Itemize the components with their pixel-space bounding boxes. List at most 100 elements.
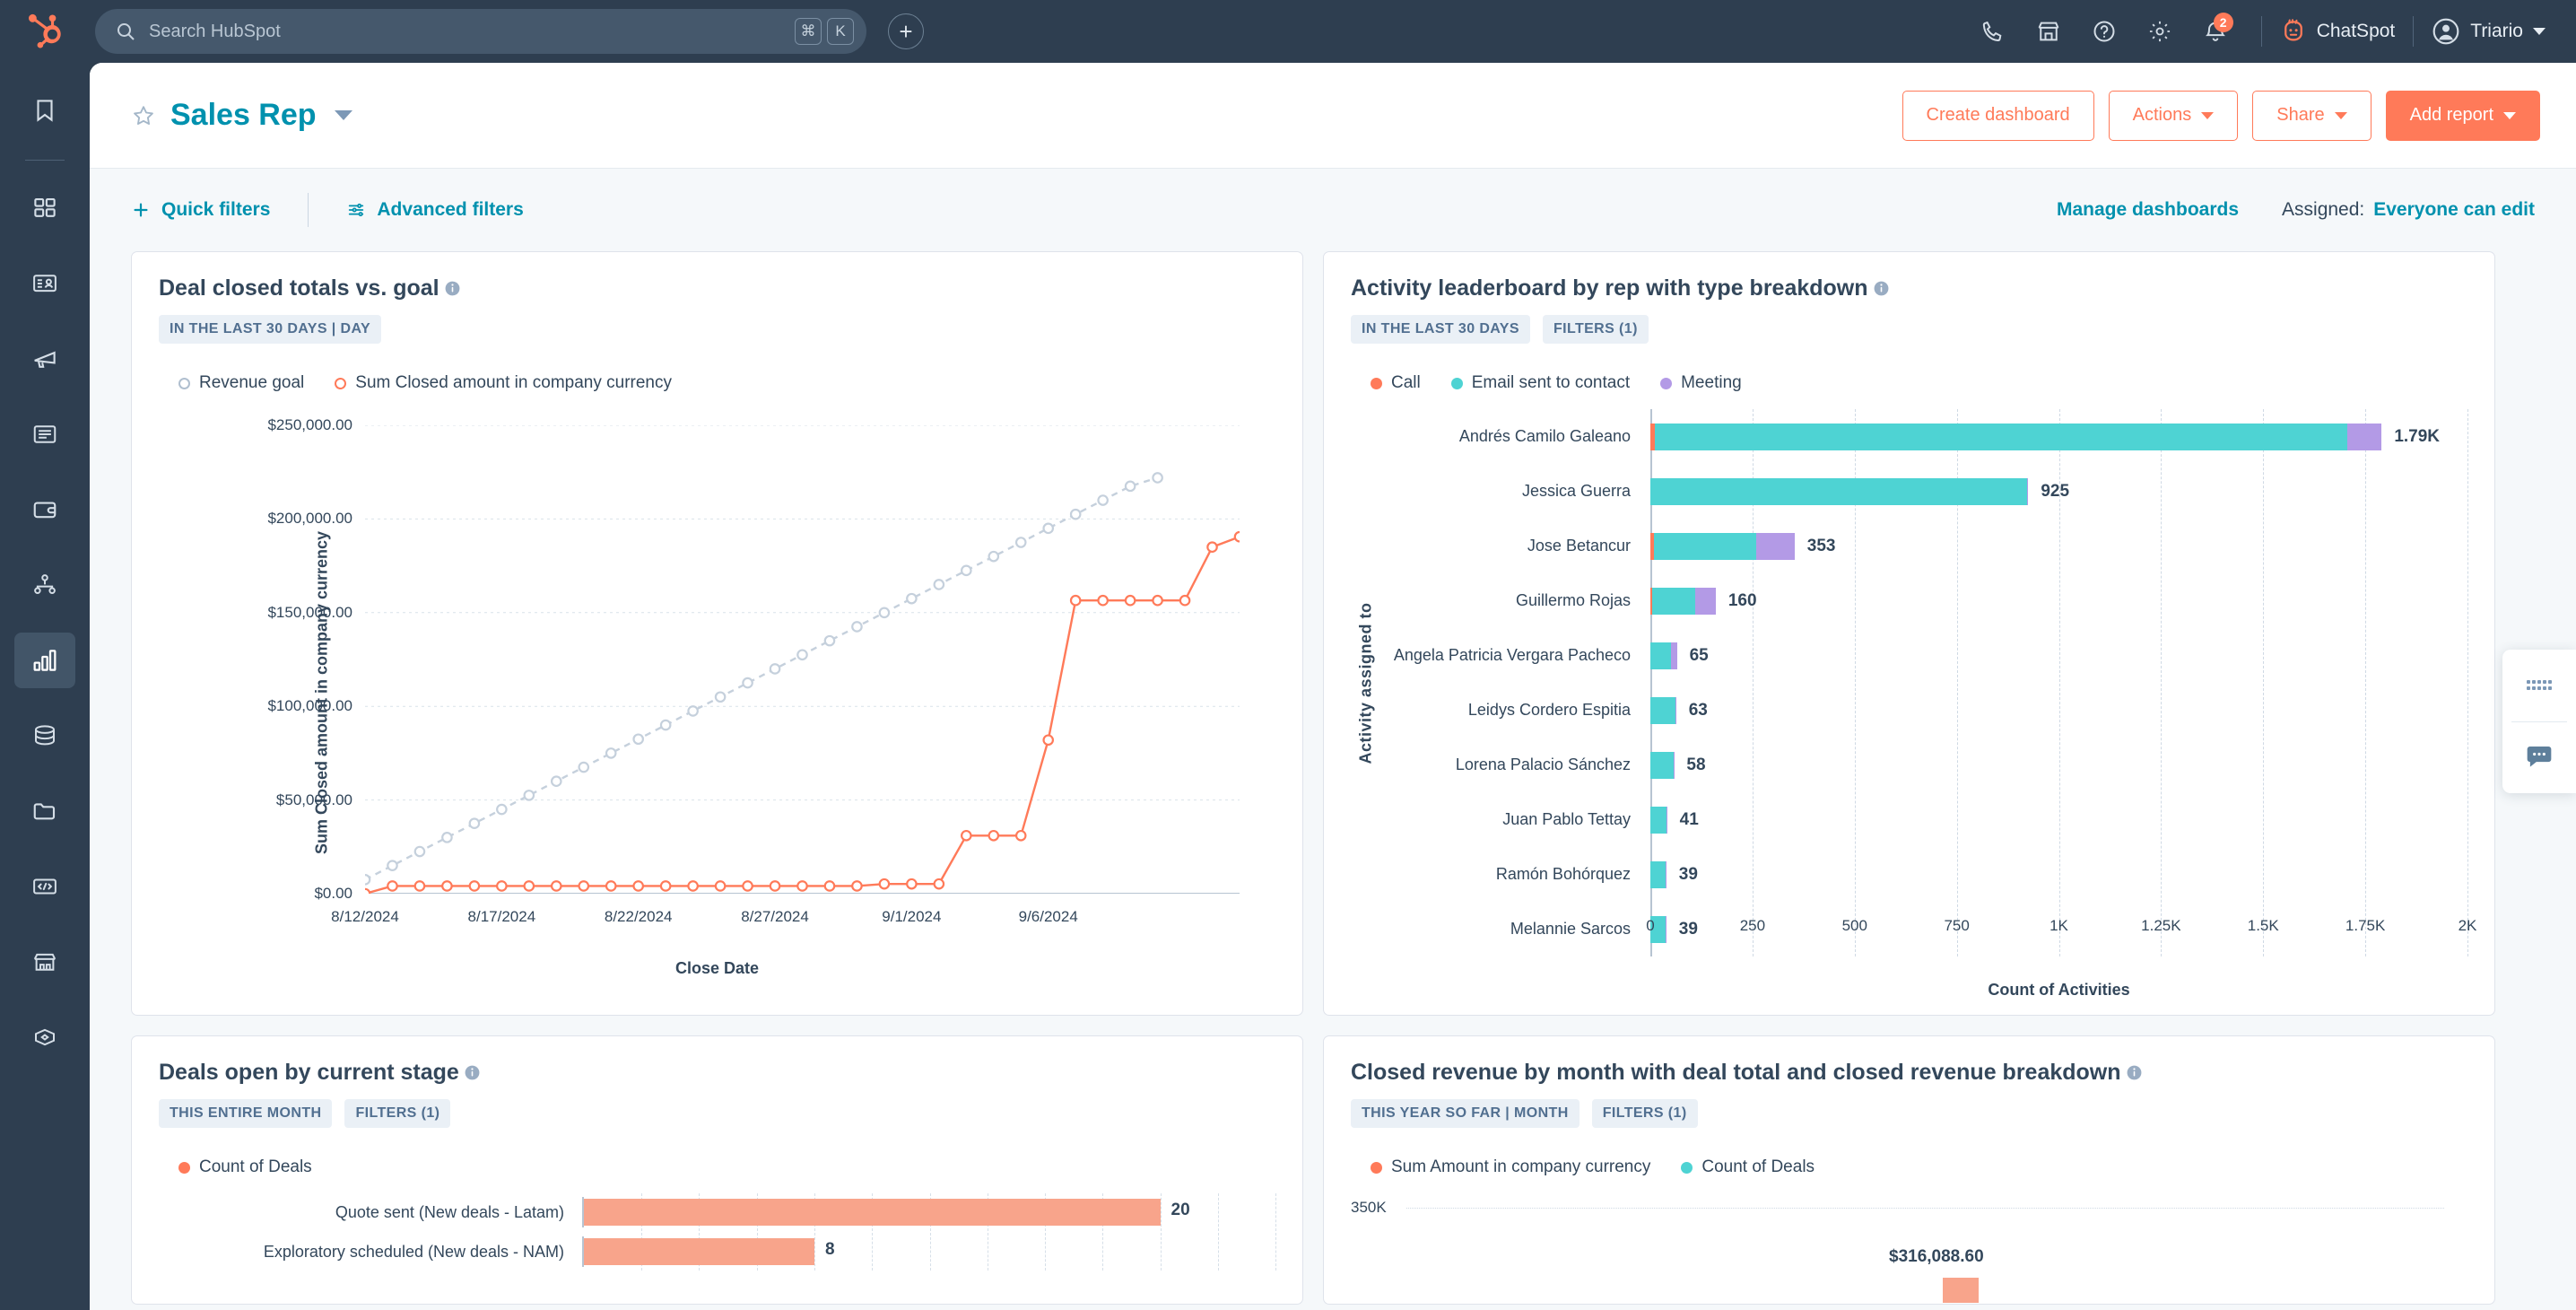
create-dashboard-button[interactable]: Create dashboard [1902,90,2094,141]
bar-segment-meeting[interactable] [1695,587,1716,615]
hubspot-logo-icon[interactable] [0,12,90,51]
advanced-filters-button[interactable]: Advanced filters [346,199,524,221]
legend-item-sum-amount[interactable]: Sum Amount in company currency [1371,1157,1650,1177]
sidebar-item-integrations[interactable] [14,1009,75,1065]
page-title: Sales Rep [170,98,317,132]
top-nav-right-group: 2 ChatSpot Triario [1965,4,2576,59]
bar-segment-email[interactable] [1654,532,1756,560]
bar-segment-email[interactable] [1650,806,1667,834]
sidebar-item-bookmarks[interactable] [14,83,75,138]
deals-stage-bar-chart: Quote sent (New deals - Latam) 20 Explorat… [159,1193,1276,1271]
info-icon[interactable] [444,280,461,297]
stage-bar[interactable] [584,1199,1161,1226]
legend-item-count-of-deals[interactable]: Count of Deals [1681,1157,1815,1177]
dashboard-selector-chevron-down-icon[interactable] [334,110,352,120]
marketplace-icon[interactable] [2021,4,2076,59]
bar-category-label: Jessica Guerra [1521,482,1631,500]
bar-plot-area: 8 [582,1233,1276,1271]
bar-segment-email[interactable] [1650,860,1667,888]
share-button[interactable]: Share [2252,90,2371,141]
legend-label: Sum Closed amount in company currency [355,373,672,392]
bar-data-label: $316,088.60 [1889,1247,1984,1266]
revenue-bar[interactable] [1943,1278,1979,1303]
sidebar-item-app-marketplace[interactable] [14,934,75,990]
bar-label-row: Juan Pablo Tettay [1381,792,1650,847]
sidebar-item-developer[interactable] [14,859,75,914]
bar-segment-email[interactable] [1652,587,1696,615]
chatspot-button[interactable]: ChatSpot [2280,18,2395,45]
chevron-down-icon [2334,111,2347,119]
table-row[interactable]: 63 [1650,696,2467,724]
bar-segment-meeting[interactable] [2346,423,2382,450]
chat-button[interactable] [2502,722,2576,794]
sidebar-item-crm[interactable] [14,256,75,311]
bar-segment-email[interactable] [1650,696,1676,724]
legend-item-email[interactable]: Email sent to contact [1450,373,1630,393]
bar-category-label: Andrés Camilo Galeano [1458,427,1631,445]
apps-grid-button[interactable] [2502,650,2576,721]
table-row[interactable]: 925 [1650,477,2467,505]
avatar [2432,18,2459,45]
bar-segment-meeting[interactable] [2026,477,2029,505]
sidebar-item-marketing[interactable] [14,331,75,387]
sidebar-item-commerce[interactable] [14,482,75,537]
actions-button[interactable]: Actions [2108,90,2239,141]
legend-item-count-of-deals[interactable]: Count of Deals [178,1157,312,1177]
chevron-down-icon [2201,111,2215,119]
bar-label-row: Jessica Guerra [1381,464,1650,519]
chat-bubble-icon [2527,747,2552,767]
help-icon[interactable] [2076,4,2132,59]
bar-segment-meeting[interactable] [1671,642,1677,669]
bar-segment-email[interactable] [1655,423,2347,450]
date-range-tag: IN THE LAST 30 DAYS [1351,315,1530,344]
legend-item-sum-closed-amount[interactable]: Sum Closed amount in company currency [335,373,672,393]
notifications-icon[interactable]: 2 [2188,4,2243,59]
global-search-box[interactable]: ⌘ K [95,9,866,54]
bar-segment-email[interactable] [1650,642,1672,669]
add-report-button[interactable]: Add report [2385,90,2540,141]
calling-icon[interactable] [1965,4,2021,59]
bar-segment-meeting[interactable] [1755,532,1795,560]
legend-label: Count of Deals [199,1157,312,1176]
account-menu[interactable]: Triario [2432,17,2546,46]
bar-total-label: 1.79K [2394,426,2441,446]
legend-item-call[interactable]: Call [1371,373,1421,393]
table-row[interactable]: 65 [1650,642,2467,669]
sidebar-item-workspaces[interactable] [14,180,75,236]
table-row[interactable]: 39 [1650,860,2467,888]
info-icon[interactable] [2126,1064,2143,1081]
manage-dashboards-link[interactable]: Manage dashboards [2057,199,2239,221]
card-title-text: Closed revenue by month with deal total … [1351,1060,2121,1085]
legend-item-revenue-goal[interactable]: Revenue goal [178,373,304,393]
x-axis-tick: 8/12/2024 [331,908,399,925]
sidebar-item-reporting[interactable] [14,633,75,688]
table-row[interactable]: 353 [1650,532,2467,560]
table-row[interactable]: 160 [1650,587,2467,615]
bar-segment-email[interactable] [1650,477,2027,505]
legend-item-meeting[interactable]: Meeting [1660,373,1742,393]
sidebar-item-content[interactable] [14,406,75,462]
y-axis-title: Activity assigned to [1356,601,1375,764]
table-row[interactable]: 58 [1650,751,2467,779]
sidebar-item-library[interactable] [14,783,75,839]
filter-divider [308,193,309,227]
table-row[interactable]: 1.79K [1650,423,2467,450]
quick-filters-button[interactable]: Quick filters [131,199,270,221]
info-icon[interactable] [1873,280,1890,297]
settings-icon[interactable] [2132,4,2188,59]
sidebar-item-automation[interactable] [14,557,75,613]
sidebar-item-data-management[interactable] [14,708,75,764]
y-axis-tick: 350K [1351,1199,1387,1216]
info-icon[interactable] [464,1064,481,1081]
search-input[interactable] [136,21,795,42]
star-outline-icon[interactable] [131,103,156,128]
card-tags: THIS YEAR SO FAR | MONTH FILTERS (1) [1351,1099,2467,1128]
bar-segment-email[interactable] [1650,751,1674,779]
megaphone-icon [34,351,56,368]
workflow-nodes-icon [34,574,56,595]
article-icon [33,425,57,443]
create-new-button[interactable]: + [888,13,924,49]
table-row[interactable]: 41 [1650,806,2467,834]
stage-bar[interactable] [584,1238,814,1265]
assigned-value-link[interactable]: Everyone can edit [2373,199,2535,221]
